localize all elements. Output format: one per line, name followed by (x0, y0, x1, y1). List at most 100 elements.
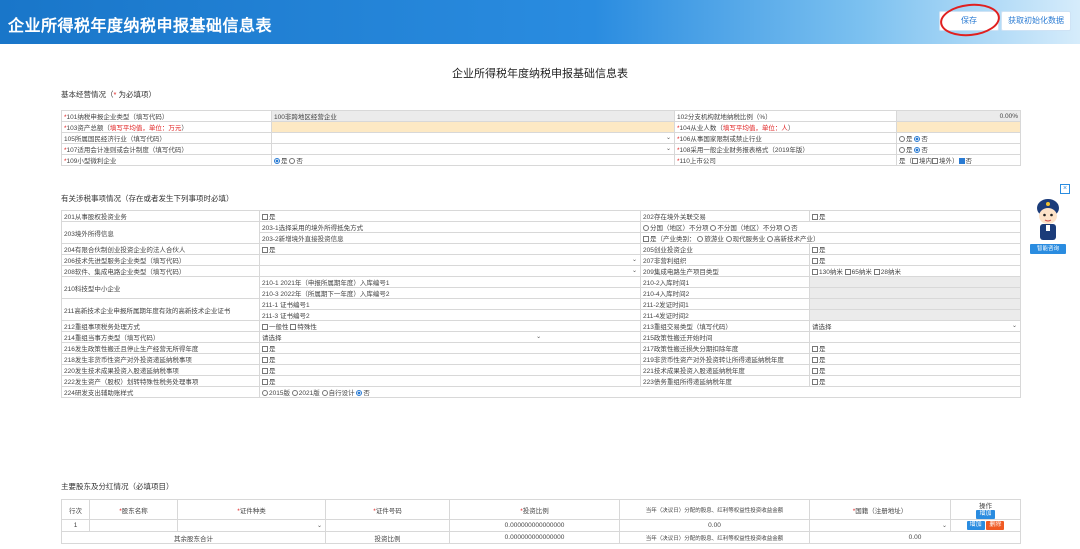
table-row: *103资产总额（填写平均值，单位：万元） *104从业人数（填写平均值，单位：… (61, 121, 1021, 133)
table-row: *109小型微利企业 是 否 *110上市公司 是（ 境内 境外）否 (61, 154, 1021, 166)
chevron-down-icon: ⌄ (316, 522, 322, 529)
select-214[interactable]: 请选择 ⌄ (259, 331, 641, 343)
input-210-4[interactable] (809, 287, 1021, 299)
table-row: 211高新技术企业申报所属期年度有效的高新技术企业证书 211-1 证书编号1 21… (61, 298, 1021, 321)
checkbox-domestic[interactable] (912, 158, 918, 164)
employees-input[interactable] (896, 121, 1021, 133)
chevron-down-icon: ⌄ (1011, 323, 1017, 330)
select-208[interactable]: ⌄ (259, 265, 641, 277)
table-row: 214重组当事方类型（填写代码） 请选择 ⌄ 215政策性搬迁开始时间 (61, 331, 1021, 343)
table-row: 204有限合伙制创业投资企业的法人合伙人是 205创业投资企业是 (61, 243, 1021, 255)
chevron-down-icon: ⌄ (941, 522, 947, 529)
radio-yes[interactable] (899, 147, 905, 153)
checkbox-28nm[interactable] (873, 269, 880, 275)
assistant-avatar-icon (1037, 199, 1059, 240)
cert-no-input[interactable] (325, 519, 450, 532)
dividend-input[interactable]: 0.00 (619, 519, 810, 532)
delete-button[interactable]: 删除 (986, 521, 1005, 530)
checkbox-217[interactable] (812, 346, 818, 352)
basic-info-table: *101纳税申报企业类型（填写代码） 100非跨地区经营企业 102分支机构就地… (61, 110, 1021, 166)
checkbox-203-2[interactable] (643, 236, 649, 242)
shareholder-name-input[interactable] (89, 519, 178, 532)
chevron-down-icon: ⌄ (631, 257, 637, 264)
checkbox-219[interactable] (812, 357, 818, 363)
radio-yes[interactable] (274, 158, 280, 164)
radio-none[interactable] (356, 390, 363, 396)
radio-no[interactable] (914, 147, 921, 153)
smart-assistant-widget[interactable]: × 智能咨询 (1030, 184, 1070, 264)
table-row: 210科技型中小企业 210-1 2021年（申报所属期年度）入库编号1 210-2… (61, 276, 1021, 299)
table-row: *107适用会计准则或会计制度（填写代码） ⌄ *108采用一般企业财务报表格式… (61, 143, 1021, 155)
checkbox-222[interactable] (262, 379, 268, 385)
basic-section-title: 基本经营情况（* 为必填项） (61, 90, 157, 99)
checkbox-205[interactable] (812, 247, 818, 253)
radio-2015[interactable] (262, 390, 268, 396)
radio-2021[interactable] (291, 390, 298, 396)
input-210-2[interactable] (809, 276, 1021, 288)
radio-203-1-c[interactable] (784, 225, 791, 231)
shareholder-table: 行次 *股东名称 *证件种类 *证件号码 *投资比例 当年（决议日）分配的股息、… (61, 499, 1021, 544)
chevron-down-icon: ⌄ (665, 135, 671, 142)
radio-hightech[interactable] (766, 236, 773, 242)
close-icon[interactable]: × (1060, 184, 1070, 194)
radio-yes[interactable] (899, 136, 905, 142)
radio-custom[interactable] (321, 390, 328, 396)
total-assets-input[interactable] (271, 121, 675, 133)
radio-no[interactable] (289, 158, 296, 164)
checkbox-223[interactable] (812, 379, 818, 385)
chevron-down-icon: ⌄ (536, 334, 542, 341)
radio-no[interactable] (914, 136, 921, 142)
add-row-button[interactable]: 增加 (976, 510, 995, 519)
industry-select[interactable]: ⌄ (271, 132, 675, 144)
checkbox-218[interactable] (262, 357, 268, 363)
shareholder-section-title: 主要股东及分红情况（必填项目） (61, 482, 174, 491)
table-row: 218发生非货币性资产对外投资递延纳税事项是 219非货币性资产对外投资转让所得递… (61, 353, 1021, 365)
table-row: 222发生资产（股权）划转特殊性税务处理事项是 223债务重组所得递延纳税年度是 (61, 375, 1021, 387)
radio-tourism[interactable] (697, 236, 704, 242)
accounting-standard-select[interactable]: ⌄ (271, 143, 675, 155)
table-row: 216发生政策性搬迁且停止生产经营无所得年度是 217政策性搬迁损失分期扣除年度是 (61, 342, 1021, 354)
checkbox-special[interactable] (290, 324, 297, 330)
branch-ratio-field[interactable]: 0.00% (896, 110, 1021, 122)
taxpayer-type-field[interactable]: 100非跨地区经营企业 (271, 110, 675, 122)
table-row: 224研发支出辅助账样式 2015版 2021版 自行设计 否 (61, 386, 1021, 398)
nation-select[interactable]: ⌄ (809, 519, 951, 532)
select-213[interactable]: 请选择 ⌄ (809, 320, 1021, 332)
app-title: 企业所得税年度纳税申报基础信息表 (8, 18, 273, 35)
checkbox-65nm[interactable] (844, 269, 851, 275)
ratio-input[interactable]: 0.000000000000000 (449, 519, 620, 532)
table-header-row: 行次 *股东名称 *证件种类 *证件号码 *投资比例 当年（决议日）分配的股息、… (61, 499, 1021, 520)
radio-203-1-b[interactable] (710, 225, 717, 231)
checkbox-overseas[interactable] (932, 158, 938, 164)
input-211-4[interactable] (809, 309, 1021, 321)
select-206[interactable]: ⌄ (259, 254, 641, 266)
assistant-label[interactable]: 智能咨询 (1030, 244, 1066, 254)
table-row: 1 ⌄ 0.000000000000000 0.00 ⌄ 增加 删除 (61, 519, 1021, 532)
table-footer-row: 其余股东合计 投资比例 0.000000000000000 当年（决议日）分配的… (61, 531, 1021, 544)
checkbox-216[interactable] (262, 346, 268, 352)
get-init-data-button[interactable]: 获取初始化数据 (1001, 11, 1071, 31)
checkbox-221[interactable] (812, 368, 818, 374)
cert-type-select[interactable]: ⌄ (177, 519, 326, 532)
input-211-2[interactable] (809, 298, 1021, 310)
table-row: 206技术先进型服务企业类型（填写代码） ⌄ 207非营利组织是 (61, 254, 1021, 266)
checkbox-130nm[interactable] (812, 269, 818, 275)
checkbox-204[interactable] (262, 247, 268, 253)
checkbox-202[interactable] (812, 214, 818, 220)
add-button[interactable]: 增加 (966, 521, 985, 530)
checkbox-general[interactable] (262, 324, 268, 330)
page-title: 企业所得税年度纳税申报基础信息表 (452, 68, 628, 80)
table-row: 212重组事项税务处理方式 一般性 特殊性 213重组交易类型（填写代码） 请选择 ⌄ (61, 320, 1021, 332)
radio-modern-service[interactable] (725, 236, 732, 242)
checkbox-220[interactable] (262, 368, 268, 374)
checkbox-no[interactable] (958, 158, 965, 164)
checkbox-201[interactable] (262, 214, 268, 220)
table-row: 203境外所得信息 203-1选择采用的境外所得抵免方式 分国（地区）不分项 不… (61, 221, 1021, 244)
save-button[interactable]: 保存 (939, 11, 999, 31)
checkbox-207[interactable] (812, 258, 818, 264)
table-row: 208软件、集成电路企业类型（填写代码） ⌄ 209集成电路生产项目类型 130纳米 … (61, 265, 1021, 277)
tax-matters-table: 201从事股权投资业务是 202存在境外关联交易是 203境外所得信息 203-1… (61, 210, 1021, 398)
chevron-down-icon: ⌄ (631, 268, 637, 275)
radio-203-1-a[interactable] (643, 225, 649, 231)
input-215[interactable] (809, 331, 1021, 343)
